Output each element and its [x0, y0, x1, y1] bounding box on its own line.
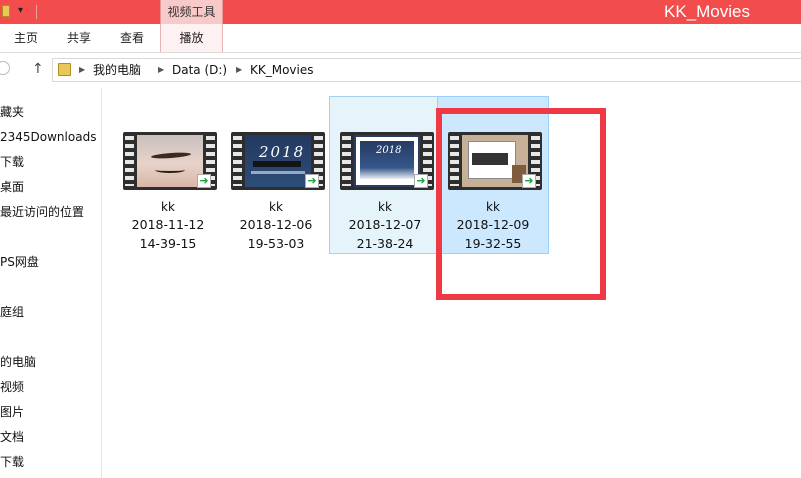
shortcut-arrow-icon: ➜ [197, 174, 211, 188]
nav-item-desktop[interactable]: 桌面 [0, 179, 24, 195]
file-item-1[interactable]: ➜ kk 2018-11-12 14-39-15 [112, 96, 224, 254]
title-separator [36, 5, 37, 19]
film-perforation [342, 136, 351, 186]
file-time: 21-38-24 [356, 236, 414, 251]
nav-item-favorites[interactable]: 藏夹 [0, 104, 24, 120]
file-date: 2018-11-12 [131, 217, 205, 232]
nav-item-pictures[interactable]: 图片 [0, 404, 24, 420]
quick-access-dropdown-icon[interactable]: ▾ [18, 4, 23, 18]
ribbon-tab-row: 主页 共享 查看 播放 [0, 24, 801, 53]
nav-item-wps-cloud[interactable]: PS网盘 [0, 254, 39, 270]
nav-item-my-computer[interactable]: 的电脑 [0, 354, 36, 370]
file-time: 19-53-03 [247, 236, 305, 251]
chevron-right-icon[interactable]: ▶ [79, 63, 85, 77]
video-frame [137, 135, 203, 187]
film-perforation [125, 136, 134, 186]
breadcrumb-kk-movies[interactable]: KK_Movies [250, 63, 314, 78]
breadcrumb-my-computer[interactable]: 我的电脑 [93, 63, 141, 78]
video-thumbnail: 2018 ➜ [340, 132, 434, 190]
file-name: kk [269, 200, 283, 214]
film-perforation [233, 136, 242, 186]
nav-item-downloads[interactable]: 下载 [0, 154, 24, 170]
video-frame: 2018 [354, 135, 420, 187]
annotation-highlight-box [436, 108, 606, 300]
tab-home[interactable]: 主页 [14, 24, 38, 52]
file-item-3[interactable]: 2018 ➜ kk 2018-12-07 21-38-24 [329, 96, 441, 254]
file-date: 2018-12-07 [348, 217, 422, 232]
nav-item-recent-places[interactable]: 最近访问的位置 [0, 204, 84, 220]
nav-item-downloads-2[interactable]: 下载 [0, 454, 24, 470]
thumbnail-year-text: 2018 [376, 145, 402, 156]
folder-icon [58, 63, 71, 76]
address-bar[interactable]: ▶ 我的电脑 ▶ Data (D:) ▶ KK_Movies [52, 58, 801, 82]
file-name: kk [161, 200, 175, 214]
shortcut-arrow-icon: ➜ [414, 174, 428, 188]
nav-item-videos[interactable]: 视频 [0, 379, 24, 395]
shortcut-arrow-icon: ➜ [305, 174, 319, 188]
tab-play[interactable]: 播放 [160, 24, 223, 52]
chevron-right-icon[interactable]: ▶ [158, 63, 164, 77]
thumbnail-year-text: 2018 [259, 143, 306, 161]
video-frame: 2018 [245, 135, 311, 187]
navigation-pane: 藏夹 2345Downloads 下载 桌面 最近访问的位置 PS网盘 庭组 的… [0, 88, 102, 478]
tab-view[interactable]: 查看 [120, 24, 144, 52]
video-thumbnail: ➜ [123, 132, 217, 190]
window-title: KK_Movies [664, 2, 750, 21]
file-time: 14-39-15 [139, 236, 197, 251]
up-arrow-icon[interactable]: ↑ [32, 62, 44, 76]
title-bar: ▾ 视频工具 KK_Movies [0, 0, 801, 24]
file-item-2[interactable]: 2018 ➜ kk 2018-12-06 19-53-03 [220, 96, 332, 254]
back-button[interactable] [0, 61, 10, 75]
nav-item-documents[interactable]: 文档 [0, 429, 24, 445]
chevron-right-icon[interactable]: ▶ [236, 63, 242, 77]
tab-share[interactable]: 共享 [67, 24, 91, 52]
context-tab-video-tools[interactable]: 视频工具 [160, 0, 223, 24]
file-date: 2018-12-06 [239, 217, 313, 232]
video-thumbnail: 2018 ➜ [231, 132, 325, 190]
nav-item-homegroup[interactable]: 庭组 [0, 304, 24, 320]
nav-item-2345downloads[interactable]: 2345Downloads [0, 129, 96, 145]
file-name: kk [378, 200, 392, 214]
folder-icon [2, 5, 10, 17]
address-row: ↑ ▶ 我的电脑 ▶ Data (D:) ▶ KK_Movies [0, 53, 801, 88]
breadcrumb-data-drive[interactable]: Data (D:) [172, 63, 227, 78]
